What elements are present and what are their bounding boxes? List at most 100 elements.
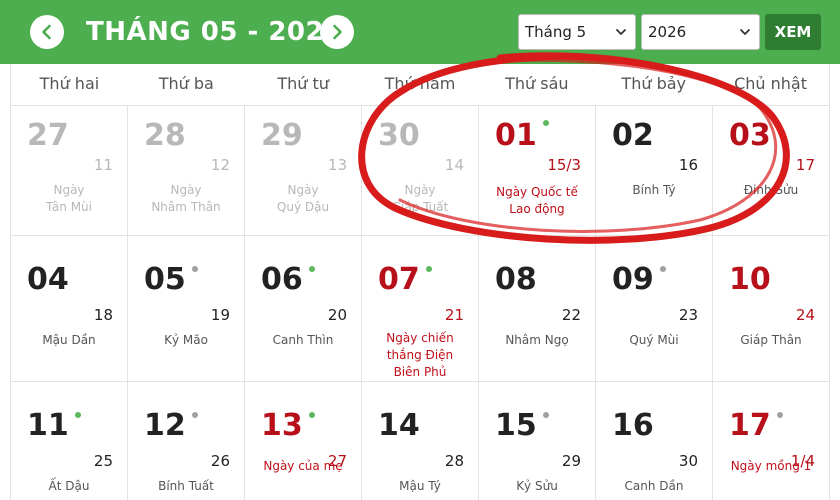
solar-date: 29 <box>261 118 303 153</box>
canchi-label: Kỷ Sửu <box>516 479 558 493</box>
canchi-label: Ngày Quý Dậu <box>276 183 330 214</box>
canchi-label: Nhâm Ngọ <box>505 333 569 347</box>
lunar-date: 16 <box>678 156 698 174</box>
canchi-label: Ngày Giáp Tuất <box>391 183 449 214</box>
solar-date: 01 <box>495 118 537 153</box>
day-cell[interactable]: 07 21 Ngày chiến thắng Điện Biên Phủ <box>362 236 479 382</box>
day-cell[interactable]: 08 22 Nhâm Ngọ <box>479 236 596 382</box>
canchi-label: Quý Mùi <box>629 333 679 347</box>
canchi-label: Giáp Thân <box>740 333 802 347</box>
lunar-date: 29 <box>561 452 581 470</box>
holiday-label: Ngày mồng 1 <box>730 459 812 473</box>
holiday-label: Ngày chiến thắng Điện Biên Phủ <box>386 331 454 379</box>
solar-date: 06 <box>261 262 303 297</box>
day-cell[interactable]: 09 23 Quý Mùi <box>596 236 713 382</box>
day-cell[interactable]: 12 26 Bính Tuất <box>128 382 245 500</box>
solar-date: 07 <box>378 262 420 297</box>
lunar-date: 22 <box>561 306 581 324</box>
day-cell[interactable]: 15 29 Kỷ Sửu <box>479 382 596 500</box>
solar-date: 12 <box>144 408 186 443</box>
lunar-date: 21 <box>444 306 464 324</box>
solar-date: 03 <box>729 118 771 153</box>
day-cell[interactable]: 13 27 Ngày của mẹ <box>245 382 362 500</box>
solar-date: 10 <box>729 262 771 297</box>
canchi-label: Ất Dậu <box>48 479 90 493</box>
day-cell[interactable]: 04 18 Mậu Dần <box>11 236 128 382</box>
weekday-label: Thứ hai <box>39 74 100 93</box>
chevron-right-icon <box>333 24 342 40</box>
day-cell[interactable]: 29 13 Ngày Quý Dậu <box>245 106 362 236</box>
day-cell[interactable]: 27 11 Ngày Tân Mùi <box>11 106 128 236</box>
month-title: THÁNG 05 - 2026 <box>86 17 343 47</box>
solar-date: 28 <box>144 118 186 153</box>
canchi-label: Canh Dần <box>624 479 684 493</box>
calendar-header: THÁNG 05 - 2026 Tháng 5 2026 XEM <box>0 0 840 64</box>
weekday-label: Thứ bảy <box>621 74 686 93</box>
day-cell[interactable]: 16 30 Canh Dần <box>596 382 713 500</box>
weekday-label: Thứ năm <box>384 74 456 93</box>
lunar-date: 13 <box>327 156 347 174</box>
year-select[interactable]: 2026 <box>641 14 760 50</box>
lunar-date: 28 <box>444 452 464 470</box>
solar-date: 09 <box>612 262 654 297</box>
canchi-label: Ngày Tân Mùi <box>46 183 92 214</box>
event-dot-icon <box>660 266 666 272</box>
month-select[interactable]: Tháng 5 <box>518 14 636 50</box>
lunar-date: 19 <box>210 306 230 324</box>
event-dot-icon <box>543 120 549 126</box>
event-dot-icon <box>777 412 783 418</box>
prev-month-button[interactable] <box>30 15 64 49</box>
lunar-date: 23 <box>678 306 698 324</box>
event-dot-icon <box>192 266 198 272</box>
canchi-label: Kỷ Mão <box>164 333 208 347</box>
weekday-label: Chủ nhật <box>734 74 808 93</box>
day-cell[interactable]: 03 17 Đinh Sửu <box>713 106 830 236</box>
lunar-date: 14 <box>444 156 464 174</box>
canchi-label: Bính Tuất <box>158 479 214 493</box>
weekday-header-row: Thứ hai Thứ ba Thứ tư Thứ năm Thứ sáu Th… <box>10 64 830 106</box>
weekday-label: Thứ ba <box>158 74 214 93</box>
solar-date: 04 <box>27 262 69 297</box>
day-cell[interactable]: 05 19 Kỷ Mão <box>128 236 245 382</box>
canchi-label: Mậu Dần <box>42 333 96 347</box>
lunar-date: 18 <box>93 306 113 324</box>
event-dot-icon <box>75 412 81 418</box>
solar-date: 30 <box>378 118 420 153</box>
solar-date: 13 <box>261 408 303 443</box>
solar-date: 05 <box>144 262 186 297</box>
lunar-date: 24 <box>795 306 815 324</box>
day-cell[interactable]: 01 15/3 Ngày Quốc tế Lao động <box>479 106 596 236</box>
lunar-date: 20 <box>327 306 347 324</box>
lunar-date: 15/3 <box>547 156 581 174</box>
canchi-label: Đinh Sửu <box>743 183 799 197</box>
lunar-date: 26 <box>210 452 230 470</box>
event-dot-icon <box>309 266 315 272</box>
weekday-label: Thứ tư <box>277 74 329 93</box>
calendar-grid: 27 11 Ngày Tân Mùi 28 12 Ngày Nhâm Thân 29 13 Ng… <box>10 106 830 500</box>
view-button[interactable]: XEM <box>765 14 821 50</box>
event-dot-icon <box>543 412 549 418</box>
day-cell[interactable]: 30 14 Ngày Giáp Tuất <box>362 106 479 236</box>
day-cell[interactable]: 14 28 Mậu Tý <box>362 382 479 500</box>
day-cell[interactable]: 28 12 Ngày Nhâm Thân <box>128 106 245 236</box>
day-cell[interactable]: 10 24 Giáp Thân <box>713 236 830 382</box>
solar-date: 11 <box>27 408 69 443</box>
day-cell[interactable]: 17 1/4 Ngày mồng 1 <box>713 382 830 500</box>
day-cell[interactable]: 11 25 Ất Dậu <box>11 382 128 500</box>
chevron-down-icon <box>740 29 750 35</box>
solar-date: 17 <box>729 408 771 443</box>
lunar-date: 30 <box>678 452 698 470</box>
day-cell[interactable]: 02 16 Bính Tý <box>596 106 713 236</box>
event-dot-icon <box>309 412 315 418</box>
solar-date: 02 <box>612 118 654 153</box>
chevron-left-icon <box>42 24 51 40</box>
day-cell[interactable]: 06 20 Canh Thìn <box>245 236 362 382</box>
solar-date: 14 <box>378 408 420 443</box>
lunar-date: 11 <box>93 156 113 174</box>
year-select-value: 2026 <box>648 23 687 41</box>
next-month-button[interactable] <box>320 15 354 49</box>
solar-date: 27 <box>27 118 69 153</box>
holiday-label: Ngày của mẹ <box>263 459 343 473</box>
solar-date: 16 <box>612 408 654 443</box>
holiday-label: Ngày Quốc tế Lao động <box>496 185 578 216</box>
